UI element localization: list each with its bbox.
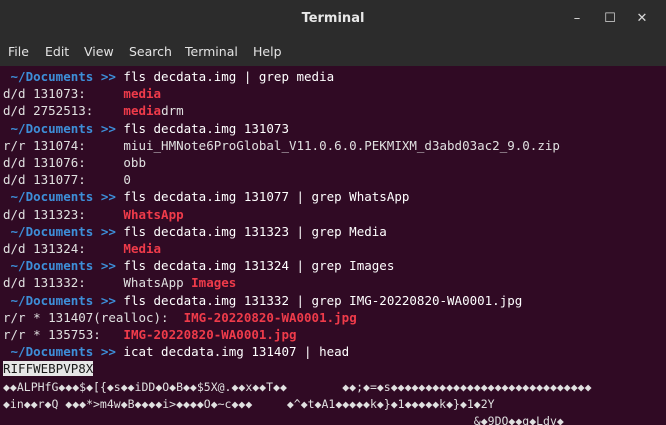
grep-match: Images bbox=[191, 275, 237, 291]
prompt-path: ~/Documents bbox=[3, 189, 94, 205]
grep-match: media bbox=[123, 103, 162, 119]
prompt-path: ~/Documents bbox=[3, 69, 94, 84]
menu-search[interactable]: Search bbox=[129, 38, 172, 66]
output-text: d/d 131073: bbox=[3, 86, 124, 102]
output-text: drm bbox=[161, 103, 184, 119]
binary-output: ◆◆ALPHfG◆◆◆$◆[{◆s◆◆iDD◆O◆B◆◆$5X@.◆◆x◆◆T◆… bbox=[3, 379, 592, 394]
prompt-line: ~/Documents >> fls decdata.img 131324 | … bbox=[3, 257, 395, 274]
prompt-separator: >> bbox=[93, 120, 116, 136]
title-bar[interactable]: Terminal – ☐ ✕ bbox=[0, 0, 666, 38]
output-text: r/r * 131407(realloc): bbox=[3, 309, 184, 325]
prompt-line: ~/Documents >> fls decdata.img 131073 bbox=[3, 120, 289, 137]
grep-match: IMG-20220820-WA0001.jpg bbox=[123, 327, 297, 342]
output-text: d/d 131323: bbox=[3, 206, 124, 222]
output-line: &◆9DO◆◆g◆Ldv◆ bbox=[3, 412, 564, 425]
grep-match: WhatsApp bbox=[123, 206, 184, 222]
menu-help[interactable]: Help bbox=[253, 38, 282, 66]
close-icon[interactable]: ✕ bbox=[632, 9, 652, 29]
selected-text: RIFFWEBPVP8X bbox=[3, 361, 94, 377]
output-line: d/d 131077: 0 bbox=[3, 171, 131, 188]
terminal-output[interactable]: ~/Documents >> fls decdata.img | grep me… bbox=[0, 66, 666, 425]
prompt-separator: >> bbox=[93, 223, 116, 239]
prompt-separator: >> bbox=[93, 258, 116, 274]
binary-output: ◆in◆◆r◆Q ◆◆◆*>m4w◆B◆◆◆◆i>◆◆◆◆O◆~c◆◆◆ ◆^◆… bbox=[3, 396, 495, 411]
command-text: fls decdata.img | grep media bbox=[115, 69, 335, 84]
output-line: d/d 2752513: mediadrm bbox=[3, 102, 184, 119]
menu-view[interactable]: View bbox=[84, 38, 114, 66]
prompt-separator: >> bbox=[93, 292, 116, 308]
menu-file[interactable]: File bbox=[8, 38, 29, 66]
grep-match: Media bbox=[123, 241, 162, 256]
output-line: r/r 131074: miui_HMNote6ProGlobal_V11.0.… bbox=[3, 137, 560, 154]
prompt-line: ~/Documents >> fls decdata.img 131323 | … bbox=[3, 223, 387, 240]
menu-terminal[interactable]: Terminal bbox=[185, 38, 238, 66]
output-line: RIFFWEBPVP8X bbox=[3, 360, 94, 377]
output-text: r/r 131074: miui_HMNote6ProGlobal_V11.0.… bbox=[3, 137, 560, 153]
terminal-window: Terminal – ☐ ✕ File Edit View Search Ter… bbox=[0, 0, 666, 425]
command-text: icat decdata.img 131407 | head bbox=[115, 344, 350, 360]
prompt-separator: >> bbox=[93, 189, 116, 205]
output-text: d/d 131076: obb bbox=[3, 155, 146, 170]
output-line: d/d 131073: media bbox=[3, 85, 161, 102]
prompt-path: ~/Documents bbox=[3, 344, 94, 360]
output-line: d/d 131324: Media bbox=[3, 240, 161, 257]
output-line: ◆in◆◆r◆Q ◆◆◆*>m4w◆B◆◆◆◆i>◆◆◆◆O◆~c◆◆◆ ◆^◆… bbox=[3, 395, 495, 412]
output-text: r/r * 135753: bbox=[3, 327, 124, 342]
prompt-path: ~/Documents bbox=[3, 292, 94, 308]
output-line: d/d 131076: obb bbox=[3, 154, 146, 171]
prompt-path: ~/Documents bbox=[3, 258, 94, 274]
command-text: fls decdata.img 131332 | grep IMG-202208… bbox=[115, 292, 523, 308]
maximize-icon[interactable]: ☐ bbox=[600, 9, 620, 29]
command-text: fls decdata.img 131073 bbox=[115, 120, 289, 136]
prompt-separator: >> bbox=[93, 69, 116, 84]
output-text: d/d 131332: WhatsApp bbox=[3, 275, 192, 291]
menu-bar: File Edit View Search Terminal Help bbox=[0, 38, 666, 66]
prompt-line: ~/Documents >> icat decdata.img 131407 |… bbox=[3, 343, 350, 360]
prompt-path: ~/Documents bbox=[3, 223, 94, 239]
output-text: d/d 131324: bbox=[3, 241, 124, 256]
prompt-line: ~/Documents >> fls decdata.img 131077 | … bbox=[3, 188, 410, 205]
command-text: fls decdata.img 131323 | grep Media bbox=[115, 223, 387, 239]
menu-edit[interactable]: Edit bbox=[45, 38, 69, 66]
minimize-icon[interactable]: – bbox=[567, 9, 587, 29]
output-line: d/d 131332: WhatsApp Images bbox=[3, 274, 236, 291]
binary-output: &◆9DO◆◆g◆Ldv◆ bbox=[3, 414, 564, 425]
command-text: fls decdata.img 131077 | grep WhatsApp bbox=[115, 189, 410, 205]
output-text: d/d 2752513: bbox=[3, 103, 124, 119]
output-text: d/d 131077: 0 bbox=[3, 172, 131, 188]
command-text: fls decdata.img 131324 | grep Images bbox=[115, 258, 395, 274]
grep-match: media bbox=[123, 86, 162, 102]
prompt-separator: >> bbox=[93, 344, 116, 360]
output-line: r/r * 135753: IMG-20220820-WA0001.jpg bbox=[3, 326, 297, 343]
output-line: r/r * 131407(realloc): IMG-20220820-WA00… bbox=[3, 309, 357, 326]
prompt-path: ~/Documents bbox=[3, 120, 94, 136]
grep-match: IMG-20220820-WA0001.jpg bbox=[183, 309, 357, 325]
prompt-line: ~/Documents >> fls decdata.img | grep me… bbox=[3, 68, 335, 85]
output-line: ◆◆ALPHfG◆◆◆$◆[{◆s◆◆iDD◆O◆B◆◆$5X@.◆◆x◆◆T◆… bbox=[3, 378, 592, 395]
output-line: d/d 131323: WhatsApp bbox=[3, 206, 184, 223]
prompt-line: ~/Documents >> fls decdata.img 131332 | … bbox=[3, 292, 523, 309]
